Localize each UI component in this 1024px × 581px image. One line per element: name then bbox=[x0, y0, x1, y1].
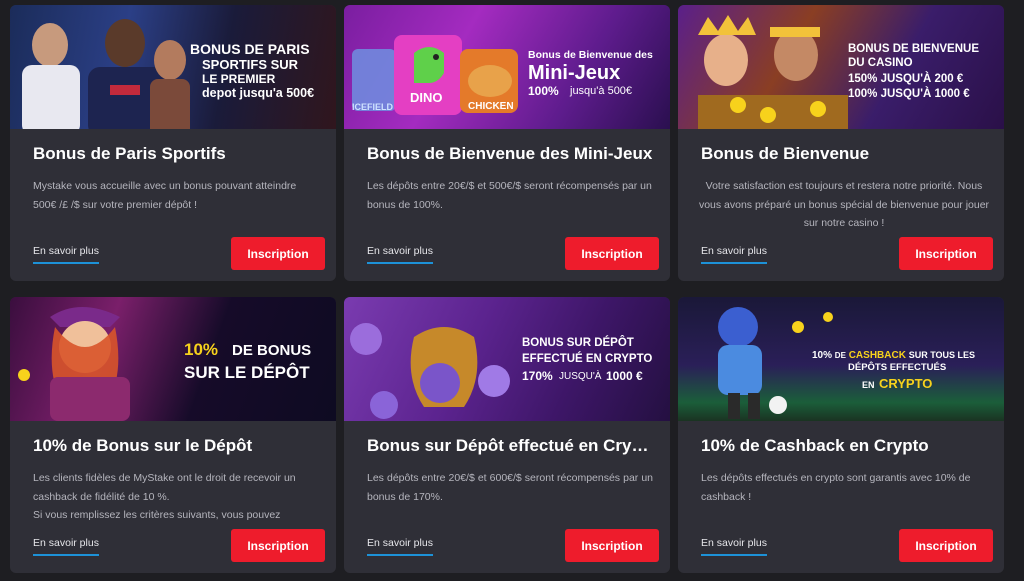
banner-line: BONUS DE BIENVENUE bbox=[848, 43, 979, 55]
banner-line: BONUS DE PARIS bbox=[190, 41, 310, 57]
promo-banner-casino[interactable]: BONUS DE BIENVENUE DU CASINO 150% JUSQU'… bbox=[678, 5, 1004, 129]
banner-line: DE BONUS bbox=[232, 342, 312, 359]
promo-card-crypto-cashback: 10% DE CASHBACK SUR TOUS LES DÉPÔTS EFFE… bbox=[678, 297, 1004, 573]
banner-text: EN bbox=[862, 380, 875, 390]
signup-button[interactable]: Inscription bbox=[899, 529, 993, 562]
banner-line: EN CRYPTO bbox=[862, 375, 932, 393]
game-label-chicken: CHICKEN bbox=[468, 101, 514, 112]
promo-description-text: Les clients fidèles de MyStake ont le dr… bbox=[33, 472, 296, 503]
learn-more-link[interactable]: En savoir plus bbox=[701, 245, 767, 264]
promo-title: Bonus de Bienvenue des Mini-Jeux bbox=[367, 144, 653, 163]
promo-card-crypto-deposit: BONUS SUR DÉPÔT EFFECTUÉ EN CRYPTO 170% … bbox=[344, 297, 670, 573]
banner-line: JUSQU'À bbox=[559, 371, 602, 382]
game-label-dino: DINO bbox=[410, 90, 443, 105]
promo-title: Bonus de Bienvenue bbox=[701, 144, 870, 163]
promo-description: Les clients fidèles de MyStake ont le dr… bbox=[33, 469, 319, 524]
promo-description-text: Si vous remplissez les critères suivants… bbox=[33, 509, 281, 521]
learn-more-link[interactable]: En savoir plus bbox=[367, 245, 433, 264]
promo-title: 10% de Bonus sur le Dépôt bbox=[33, 436, 253, 455]
banner-line: 1000 € bbox=[606, 369, 643, 383]
banner-line: DU CASINO bbox=[848, 57, 913, 69]
banner-line: 10% DE CASHBACK SUR TOUS LES bbox=[812, 350, 975, 361]
banner-line: 100% JUSQU'À 1000 € bbox=[848, 88, 970, 100]
promo-description: Votre satisfaction est toujours et reste… bbox=[698, 180, 990, 229]
banner-line: depot jusqu'a 500€ bbox=[202, 86, 315, 100]
signup-button[interactable]: Inscription bbox=[231, 237, 325, 270]
banner-line: Bonus de Bienvenue des bbox=[528, 49, 653, 61]
banner-highlight: 10% bbox=[184, 340, 219, 359]
banner-line: LE PREMIER bbox=[202, 72, 276, 86]
banner-highlight: CASHBACK bbox=[848, 350, 906, 361]
banner-highlight: 10% bbox=[812, 350, 833, 361]
promo-description: Les dépôts entre 20€/$ et 500€/$ seront … bbox=[367, 180, 652, 211]
banner-text: DE bbox=[834, 351, 846, 360]
promo-banner-minigames[interactable]: ICEFIELD DINO CHICKEN Bonus de Bienvenue… bbox=[344, 5, 670, 129]
learn-more-link[interactable]: En savoir plus bbox=[701, 537, 767, 556]
banner-line: 170% bbox=[522, 369, 553, 383]
banner-line: jusqu'à 500€ bbox=[570, 85, 633, 97]
promo-description: Mystake vous accueille avec un bonus pou… bbox=[33, 180, 297, 211]
banner-line: SUR LE DÉPÔT bbox=[184, 363, 310, 382]
learn-more-link[interactable]: En savoir plus bbox=[367, 537, 433, 556]
banner-line: 150% JUSQU'À 200 € bbox=[848, 73, 964, 85]
promo-description: Les dépôts effectués en crypto sont gara… bbox=[701, 472, 971, 503]
banner-line: 100% bbox=[528, 84, 559, 98]
promo-title: Bonus de Paris Sportifs bbox=[33, 144, 226, 163]
promo-title: 10% de Cashback en Crypto bbox=[701, 436, 929, 455]
promo-card-casino-welcome: BONUS DE BIENVENUE DU CASINO 150% JUSQU'… bbox=[678, 5, 1004, 281]
banner-line: SPORTIFS SUR bbox=[202, 57, 299, 72]
learn-more-link[interactable]: En savoir plus bbox=[33, 537, 99, 556]
banner-text: SUR TOUS LES bbox=[908, 350, 976, 360]
signup-button[interactable]: Inscription bbox=[565, 237, 659, 270]
banner-line: EFFECTUÉ EN CRYPTO bbox=[522, 353, 653, 365]
promotions-grid: BONUS DE PARIS SPORTIFS SUR LE PREMIER d… bbox=[0, 0, 1024, 581]
promo-banner-sports[interactable]: BONUS DE PARIS SPORTIFS SUR LE PREMIER d… bbox=[10, 5, 336, 129]
banner-highlight: CRYPTO bbox=[878, 376, 933, 391]
signup-button[interactable]: Inscription bbox=[231, 529, 325, 562]
character-illustration bbox=[18, 307, 130, 421]
promo-card-minigames-bonus: ICEFIELD DINO CHICKEN Bonus de Bienvenue… bbox=[344, 5, 670, 281]
promo-title: Bonus sur Dépôt effectué en Crypto bbox=[367, 436, 657, 455]
signup-button[interactable]: Inscription bbox=[565, 529, 659, 562]
promo-description: Les dépôts entre 20€/$ et 600€/$ seront … bbox=[367, 472, 653, 503]
banner-line: DÉPÔTS EFFECTUÉS bbox=[848, 362, 947, 373]
promo-card-sports-bonus: BONUS DE PARIS SPORTIFS SUR LE PREMIER d… bbox=[10, 5, 336, 281]
promo-banner-crypto-deposit[interactable]: BONUS SUR DÉPÔT EFFECTUÉ EN CRYPTO 170% … bbox=[344, 297, 670, 421]
banner-line: Mini-Jeux bbox=[528, 62, 621, 84]
learn-more-link[interactable]: En savoir plus bbox=[33, 245, 99, 264]
signup-button[interactable]: Inscription bbox=[899, 237, 993, 270]
promo-banner-crypto-cashback[interactable]: 10% DE CASHBACK SUR TOUS LES DÉPÔTS EFFE… bbox=[678, 297, 1004, 421]
promo-card-deposit-bonus: 10% DE BONUS SUR LE DÉPÔT 10% de Bonus s… bbox=[10, 297, 336, 573]
banner-line: BONUS SUR DÉPÔT bbox=[522, 337, 634, 349]
casino-characters-illustration bbox=[698, 15, 848, 129]
promo-banner-deposit[interactable]: 10% DE BONUS SUR LE DÉPÔT bbox=[10, 297, 336, 421]
game-label-icefield: ICEFIELD bbox=[352, 102, 394, 112]
